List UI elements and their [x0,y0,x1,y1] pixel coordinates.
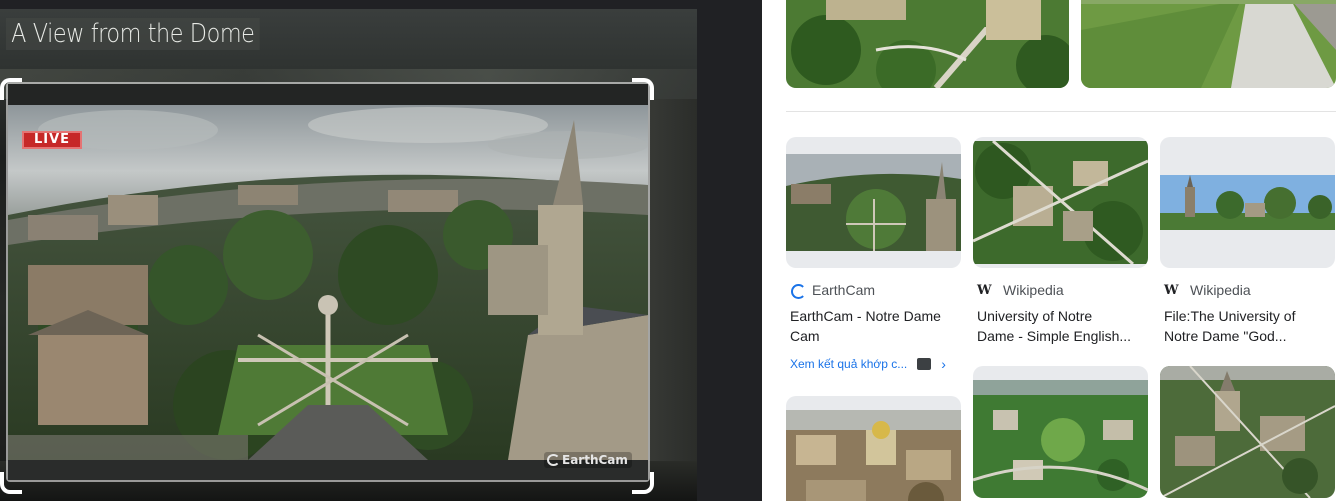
section-divider [786,111,1336,112]
preview-image[interactable]: LIVE EarthCam [8,84,648,480]
source-name: Wikipedia [1190,282,1251,298]
result-title[interactable]: File:The University of Notre Dame "God..… [1164,306,1336,346]
crop-corner-top-left[interactable] [0,78,22,100]
result-source[interactable]: EarthCam [790,281,875,299]
live-badge: LIVE [22,131,82,149]
earthcam-watermark: EarthCam [544,452,632,468]
crop-corner-top-right[interactable] [632,78,654,100]
source-page-title: A View from the Dome [6,18,260,50]
campus-aerial-image [8,105,648,460]
source-name: EarthCam [812,282,876,298]
result-card-image[interactable] [1160,366,1335,498]
visual-matches-panel: EarthCam EarthCam - Notre Dame Cam Xem k… [762,0,1336,501]
wikipedia-icon: W [1164,282,1179,298]
source-name: Wikipedia [1003,282,1064,298]
chevron-right-icon: › [941,356,946,372]
result-title[interactable]: EarthCam - Notre Dame Cam [790,306,966,346]
camera-icon [917,358,932,370]
wikipedia-icon: W [977,282,992,298]
watermark-text: EarthCam [562,453,628,467]
crop-corner-bottom-right[interactable] [632,472,654,494]
result-card-image[interactable] [973,366,1148,498]
result-card-image[interactable] [786,137,961,268]
result-card-image[interactable] [973,137,1148,268]
earthcam-icon [790,283,806,299]
result-thumbnail[interactable] [786,0,1069,88]
result-card-image[interactable] [786,396,961,501]
result-card-image[interactable] [1160,137,1335,268]
result-title[interactable]: University of Notre Dame - Simple Englis… [977,306,1153,346]
earthcam-logo-icon [547,454,560,466]
result-source[interactable]: W Wikipedia [1164,281,1251,299]
see-matches-link[interactable]: Xem kết quả khớp c... › [790,356,946,372]
result-source[interactable]: W Wikipedia [977,281,1064,299]
crop-corner-bottom-left[interactable] [0,472,22,494]
image-viewer-pane: A View from the Dome LIVE EarthCam [0,0,762,501]
result-thumbnail[interactable] [1081,0,1336,88]
